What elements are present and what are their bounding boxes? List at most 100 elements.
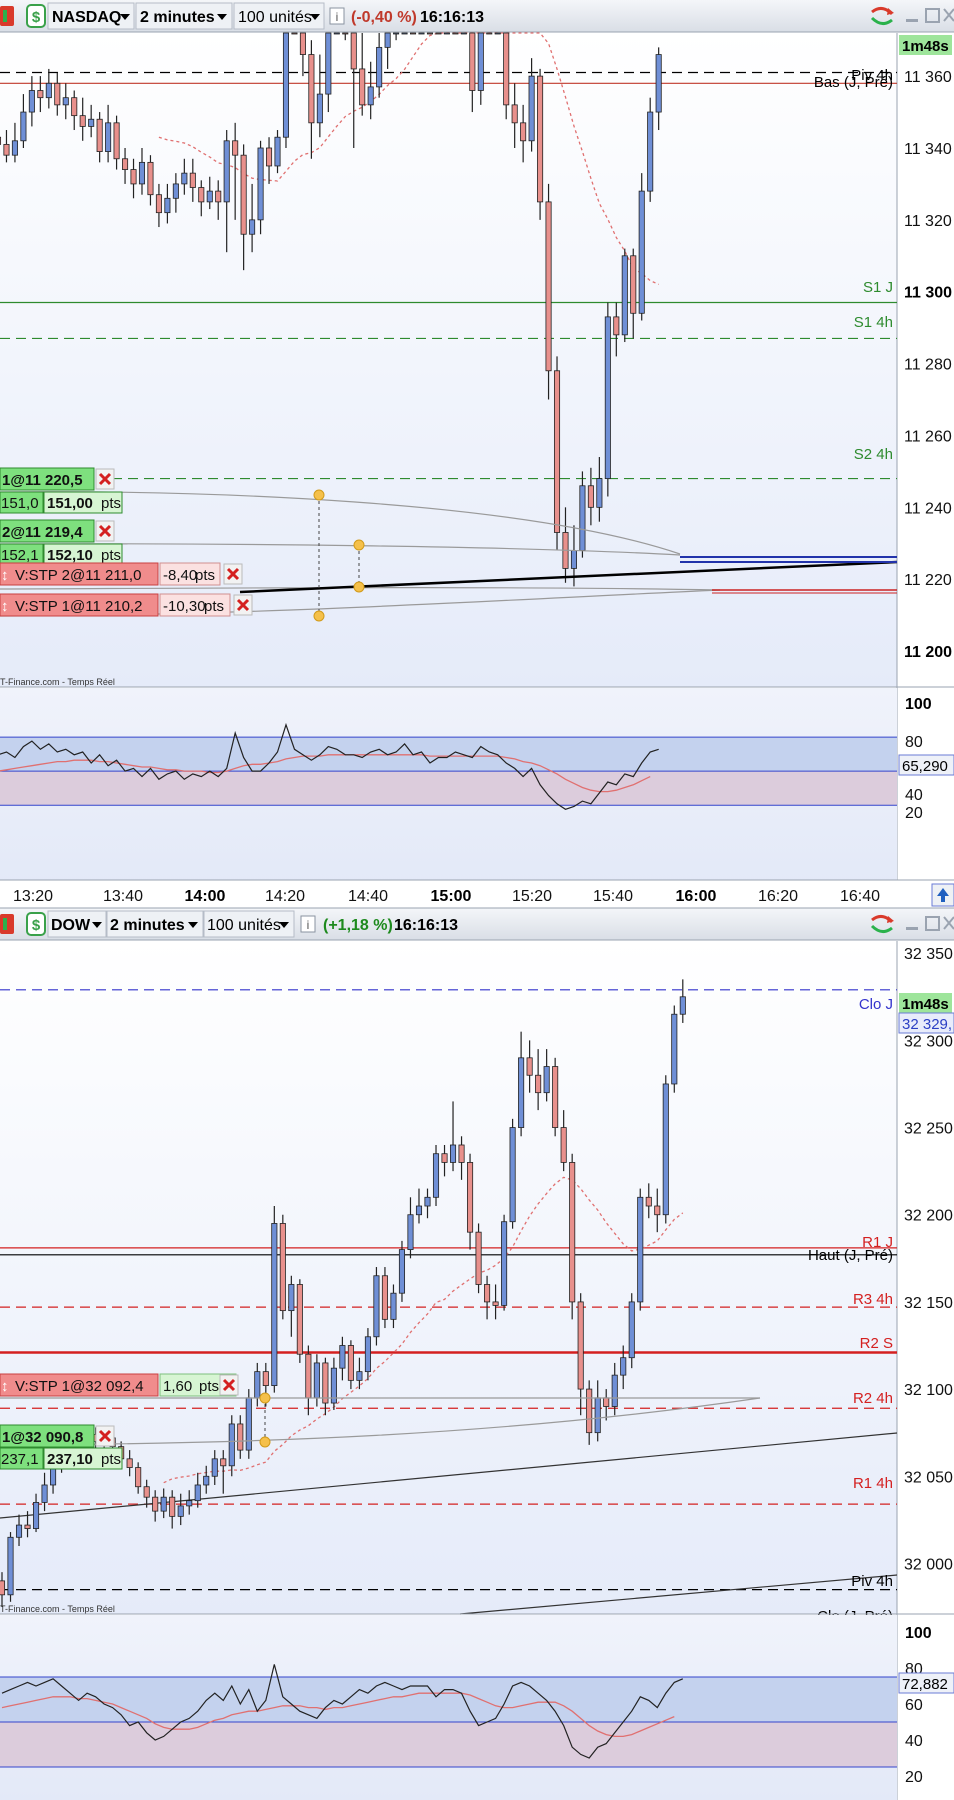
- candle[interactable]: [401, 32, 408, 35]
- panel-dow: $ DOW 2 minutes 100 unités i (+1,18 %) 1…: [0, 907, 954, 1800]
- units-selector[interactable]: 100 unités: [203, 910, 295, 938]
- candle[interactable]: [426, 32, 433, 35]
- level-label-r34h: R3 4h: [853, 1291, 893, 1308]
- level-label-r2s: R2 S: [860, 1335, 893, 1352]
- svg-text:1@11 220,5: 1@11 220,5: [2, 472, 83, 489]
- instrument-selector[interactable]: DOW: [47, 910, 107, 938]
- svg-text:pts: pts: [101, 547, 121, 564]
- candle[interactable]: [647, 97, 654, 202]
- candle[interactable]: [282, 32, 290, 148]
- svg-text:V:STP 2@11 211,0: V:STP 2@11 211,0: [15, 567, 141, 584]
- candle[interactable]: [662, 1075, 669, 1224]
- order-tag-stop-2[interactable]: ↕ V:STP 2@11 211,0 -8,40 pts: [0, 562, 243, 586]
- order-tag-stop-1[interactable]: ↕ V:STP 1@32 092,4 1,60 pts: [0, 1373, 239, 1397]
- candle[interactable]: [432, 1144, 440, 1207]
- candle[interactable]: [494, 32, 501, 35]
- svg-text:$: $: [32, 9, 41, 26]
- time-tick: 14:40: [348, 888, 388, 905]
- svg-text:152,1: 152,1: [1, 547, 39, 564]
- instrument-selector[interactable]: NASDAQ: [47, 2, 135, 30]
- candle[interactable]: [257, 140, 264, 235]
- order-tag-stop-1[interactable]: ↕ V:STP 1@11 210,2 -10,30 pts: [0, 593, 253, 617]
- candle[interactable]: [410, 32, 417, 35]
- time-tick: 16:00: [676, 888, 717, 905]
- scroll-right-button[interactable]: [931, 883, 954, 907]
- candle[interactable]: [296, 1279, 303, 1363]
- timeframe-selector[interactable]: 2 minutes: [135, 2, 233, 30]
- instrument-label: NASDAQ: [52, 9, 121, 26]
- dollar-icon[interactable]: $: [26, 4, 46, 28]
- level-label-s14h: S1 4h: [854, 314, 893, 331]
- candle[interactable]: [671, 1005, 678, 1093]
- units-selector[interactable]: 100 unités: [233, 2, 325, 30]
- svg-text:1,60: 1,60: [163, 1378, 192, 1395]
- time-tick: 16:40: [840, 888, 880, 905]
- candle[interactable]: [553, 356, 561, 551]
- price-tick: 32 300: [904, 1033, 953, 1050]
- candle[interactable]: [486, 32, 493, 35]
- candle[interactable]: [7, 1532, 14, 1602]
- candle[interactable]: [418, 32, 425, 35]
- time-axis-nasdaq[interactable]: [0, 880, 954, 907]
- drag-handle-icon: ↕: [1, 1378, 9, 1395]
- candle[interactable]: [443, 32, 450, 35]
- candle[interactable]: [381, 1267, 388, 1329]
- units-label: 100 unités: [238, 9, 312, 26]
- rsi-axis-nasdaq[interactable]: [898, 688, 954, 884]
- order-tag-buy-2[interactable]: 2@11 219,4: [0, 519, 115, 543]
- price-tick: 11 360: [904, 69, 952, 86]
- candle[interactable]: [537, 68, 544, 220]
- rsi-tick: 20: [905, 1769, 923, 1786]
- level-label-s24h: S2 4h: [854, 446, 893, 463]
- candle[interactable]: [460, 32, 467, 35]
- time-tick: 13:40: [103, 888, 143, 905]
- candle[interactable]: [552, 1057, 559, 1137]
- candle[interactable]: [373, 1267, 380, 1346]
- candle[interactable]: [271, 1206, 278, 1393]
- info-icon[interactable]: i: [300, 915, 316, 933]
- svg-text:2@11 219,4: 2@11 219,4: [2, 524, 83, 541]
- change-percent: (+1,18 %): [323, 917, 393, 934]
- svg-text:152,10: 152,10: [47, 547, 93, 564]
- candle[interactable]: [501, 1214, 508, 1311]
- candle[interactable]: [475, 1223, 482, 1294]
- candle[interactable]: [435, 32, 442, 35]
- candle[interactable]: [637, 1188, 644, 1311]
- candle[interactable]: [569, 1153, 576, 1320]
- minimize-icon[interactable]: [906, 927, 918, 930]
- svg-text:1@32 090,8: 1@32 090,8: [2, 1429, 83, 1446]
- add-icon[interactable]: [0, 914, 14, 934]
- price-tick: 32 350: [904, 946, 953, 963]
- candle[interactable]: [291, 32, 298, 35]
- info-icon[interactable]: i: [329, 7, 345, 25]
- level-label-r14h: R1 4h: [853, 1475, 893, 1492]
- svg-text:pts: pts: [195, 567, 215, 584]
- candle[interactable]: [245, 1389, 252, 1459]
- svg-text:V:STP 1@11 210,2: V:STP 1@11 210,2: [15, 598, 143, 615]
- price-tick: 11 320: [904, 213, 952, 230]
- svg-text:pts: pts: [101, 1451, 121, 1468]
- timeframe-selector[interactable]: 2 minutes: [106, 910, 204, 938]
- candle[interactable]: [628, 1293, 635, 1369]
- svg-text:237,10: 237,10: [47, 1451, 93, 1468]
- candle[interactable]: [452, 32, 459, 35]
- candle[interactable]: [279, 1214, 286, 1320]
- timeframe-label: 2 minutes: [110, 917, 185, 934]
- data-source-label: T-Finance.com - Temps Réel: [0, 1604, 115, 1614]
- order-tag-buy-1[interactable]: 1@11 220,5: [0, 467, 115, 491]
- price-plot-dow[interactable]: [0, 941, 897, 1614]
- candle[interactable]: [333, 32, 340, 35]
- rsi-tick: 100: [905, 1625, 932, 1642]
- units-label: 100 unités: [207, 917, 281, 934]
- candle[interactable]: [638, 173, 645, 321]
- dollar-icon[interactable]: $: [26, 912, 46, 936]
- price-ticks-nasdaq: 11 360 11 340 11 320 11 300 11 280 11 260 11 2…: [904, 69, 952, 661]
- order-tag-buy-1[interactable]: 1@32 090,8: [0, 1424, 115, 1448]
- candle[interactable]: [604, 302, 611, 497]
- candle[interactable]: [545, 183, 552, 400]
- candle[interactable]: [621, 248, 628, 343]
- candle[interactable]: [398, 1240, 406, 1302]
- add-icon[interactable]: [0, 6, 14, 26]
- candle[interactable]: [509, 1118, 516, 1229]
- minimize-icon[interactable]: [906, 19, 918, 22]
